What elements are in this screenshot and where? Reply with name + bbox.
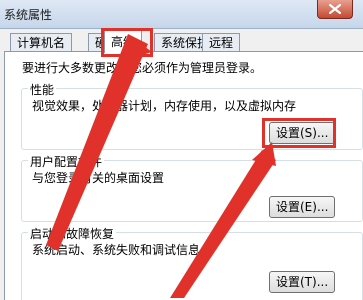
arrow-to-advanced-tab xyxy=(46,34,148,251)
arrow-to-performance-settings xyxy=(170,150,276,298)
system-properties-window: 系统属性 计算机名 硬件 高级 系统保护 远程 要进行大多数更改，您必须作为管理… xyxy=(0,0,363,300)
annotation-arrows xyxy=(46,34,276,298)
